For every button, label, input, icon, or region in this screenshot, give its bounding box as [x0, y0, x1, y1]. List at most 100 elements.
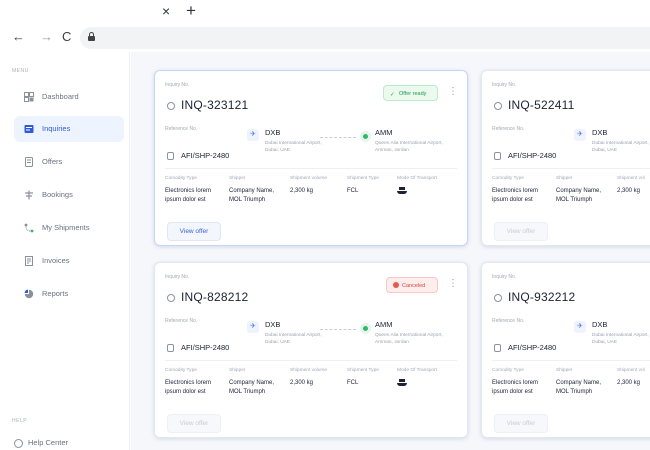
commodity-value: Electronics lorem ipsum dolor est: [165, 188, 212, 203]
reference-no-label: Reference No.: [165, 126, 198, 132]
airplane-icon: ✈: [247, 321, 259, 333]
shipper-value: Company Name, MOL Triumph: [556, 188, 602, 203]
reference-number: AFI/SHP-2480: [181, 343, 230, 352]
commodity-value: Electronics lorem ipsum dolor est: [492, 188, 539, 203]
inquiry-card[interactable]: Inquiry No. INQ-828212 Canceled ⋮ Refere…: [154, 262, 468, 438]
browser-tab-bar: × +: [0, 0, 650, 24]
forward-arrow-icon[interactable]: →: [40, 29, 53, 44]
check-icon: ✓: [390, 92, 395, 98]
reference-no-label: Reference No.: [492, 318, 525, 324]
inquiries-icon: [24, 125, 34, 133]
inquiry-card[interactable]: Inquiry No. INQ-522411 Reference No. AFI…: [481, 70, 650, 246]
shipment-volume-label: Shipment vol: [617, 176, 645, 181]
close-tab-icon[interactable]: ×: [162, 3, 170, 19]
reference-no-label: Reference No.: [492, 126, 525, 132]
document-icon: [167, 152, 174, 160]
origin-code: DXB: [265, 320, 281, 329]
offers-icon: [25, 157, 33, 167]
shipper-label: Shipper: [229, 176, 246, 181]
destination-pin-icon: [360, 323, 371, 334]
origin-port: Dubai International Airport, Dubai, UAE: [265, 333, 322, 345]
inquiry-icon: [167, 294, 175, 302]
reference-no-label: Reference No.: [165, 318, 198, 324]
inquiry-card[interactable]: Inquiry No. INQ-932212 Reference No. AFI…: [481, 262, 650, 438]
reference-number: AFI/SHP-2480: [508, 343, 557, 352]
commodity-value: Electronics lorem ipsum dolor est: [165, 380, 212, 395]
back-arrow-icon[interactable]: ←: [12, 29, 25, 44]
inquiry-card[interactable]: Inquiry No. INQ-323121 ✓ Offer ready ⋮ Re…: [154, 70, 468, 246]
view-offer-button[interactable]: View offer: [167, 222, 221, 241]
shipment-type-label: Shipment Type: [347, 176, 379, 181]
new-tab-icon[interactable]: +: [186, 1, 196, 21]
reference-number: AFI/SHP-2480: [181, 151, 230, 160]
sidebar-item-help-center[interactable]: Help Center: [28, 438, 68, 447]
lock-icon: [88, 32, 95, 41]
origin-code: DXB: [592, 320, 608, 329]
view-offer-button[interactable]: View offer: [494, 414, 548, 433]
type-value: FCL: [347, 380, 359, 386]
invoices-icon: [25, 256, 33, 266]
shipper-label: Shipper: [556, 176, 573, 181]
mode-of-transport-label: Mode Of Transport: [397, 176, 437, 181]
sidebar-item-my-shipments[interactable]: My Shipments: [14, 215, 124, 241]
browser-nav-bar: ← → C: [0, 24, 650, 52]
sidebar-item-label: Bookings: [42, 190, 73, 199]
card-divider: [492, 360, 650, 361]
view-offer-button[interactable]: View offer: [167, 414, 221, 433]
origin-port: Dubai International Airport, Dubai, UAE: [592, 141, 649, 153]
document-icon: [494, 152, 501, 160]
shipment-volume-label: Shipment volume: [290, 368, 328, 373]
shipment-volume-label: Shipment vol: [617, 368, 645, 373]
sidebar-item-invoices[interactable]: Invoices: [14, 248, 124, 274]
origin-port: Dubai International Airport, Dubai, UAE: [265, 141, 322, 153]
route-line: [320, 137, 356, 138]
help-section-label: HELP: [12, 418, 28, 424]
sidebar-item-label: Inquiries: [42, 124, 71, 133]
shipper-label: Shipper: [229, 368, 246, 373]
sidebar-item-dashboard[interactable]: Dashboard: [14, 84, 124, 110]
mode-of-transport-label: Mode Of Transport: [397, 368, 437, 373]
volume-value: 2,300 kg: [290, 188, 314, 194]
route-line: [320, 329, 356, 330]
shipper-label: Shipper: [556, 368, 573, 373]
inquiry-no-label: Inquiry No.: [165, 82, 190, 88]
dashboard-icon: [24, 92, 34, 102]
volume-value: 2,300 kg: [617, 188, 641, 194]
sidebar-item-reports[interactable]: Reports: [14, 281, 124, 307]
sidebar-item-offers[interactable]: Offers: [14, 149, 124, 175]
commodity-type-label: Comodity Type: [165, 368, 197, 373]
document-icon: [167, 344, 174, 352]
address-bar[interactable]: [80, 27, 650, 49]
destination-code: AMM: [375, 128, 393, 137]
card-divider: [165, 360, 457, 361]
sidebar-item-label: Dashboard: [42, 92, 79, 101]
origin-port: Dubai International Airport, Dubai, UAE: [592, 333, 649, 345]
sidebar-item-label: My Shipments: [42, 223, 90, 232]
airplane-icon: ✈: [574, 129, 586, 141]
reports-icon: [24, 289, 34, 299]
more-options-icon[interactable]: ⋮: [448, 276, 458, 292]
sidebar: MENU Dashboard Inquiries Offers Bookings…: [0, 52, 130, 450]
sidebar-item-inquiries[interactable]: Inquiries: [14, 116, 124, 142]
inquiry-no-label: Inquiry No.: [492, 274, 517, 280]
sidebar-item-bookings[interactable]: Bookings: [14, 182, 124, 208]
inquiry-icon: [167, 102, 175, 110]
card-divider: [165, 168, 457, 169]
destination-code: AMM: [375, 320, 393, 329]
shipment-type-label: Shipment Type: [347, 368, 379, 373]
inquiry-number: INQ-828212: [181, 290, 249, 304]
sidebar-item-label: Offers: [42, 157, 63, 166]
card-divider: [492, 168, 650, 169]
shipper-value: Company Name, MOL Triumph: [556, 380, 602, 395]
view-offer-button[interactable]: View offer: [494, 222, 548, 241]
origin-code: DXB: [592, 128, 608, 137]
destination-pin-icon: [360, 131, 371, 142]
more-options-icon[interactable]: ⋮: [448, 84, 458, 100]
shipments-icon: [24, 223, 34, 233]
reload-icon[interactable]: C: [62, 29, 71, 44]
destination-port: Queen Alia International Airport, Amman,…: [375, 141, 443, 153]
inquiry-icon: [494, 294, 502, 302]
shipper-value: Company Name, MOL Triumph: [229, 188, 275, 203]
inquiry-number: INQ-522411: [508, 98, 575, 112]
sidebar-item-label: Invoices: [42, 256, 70, 265]
